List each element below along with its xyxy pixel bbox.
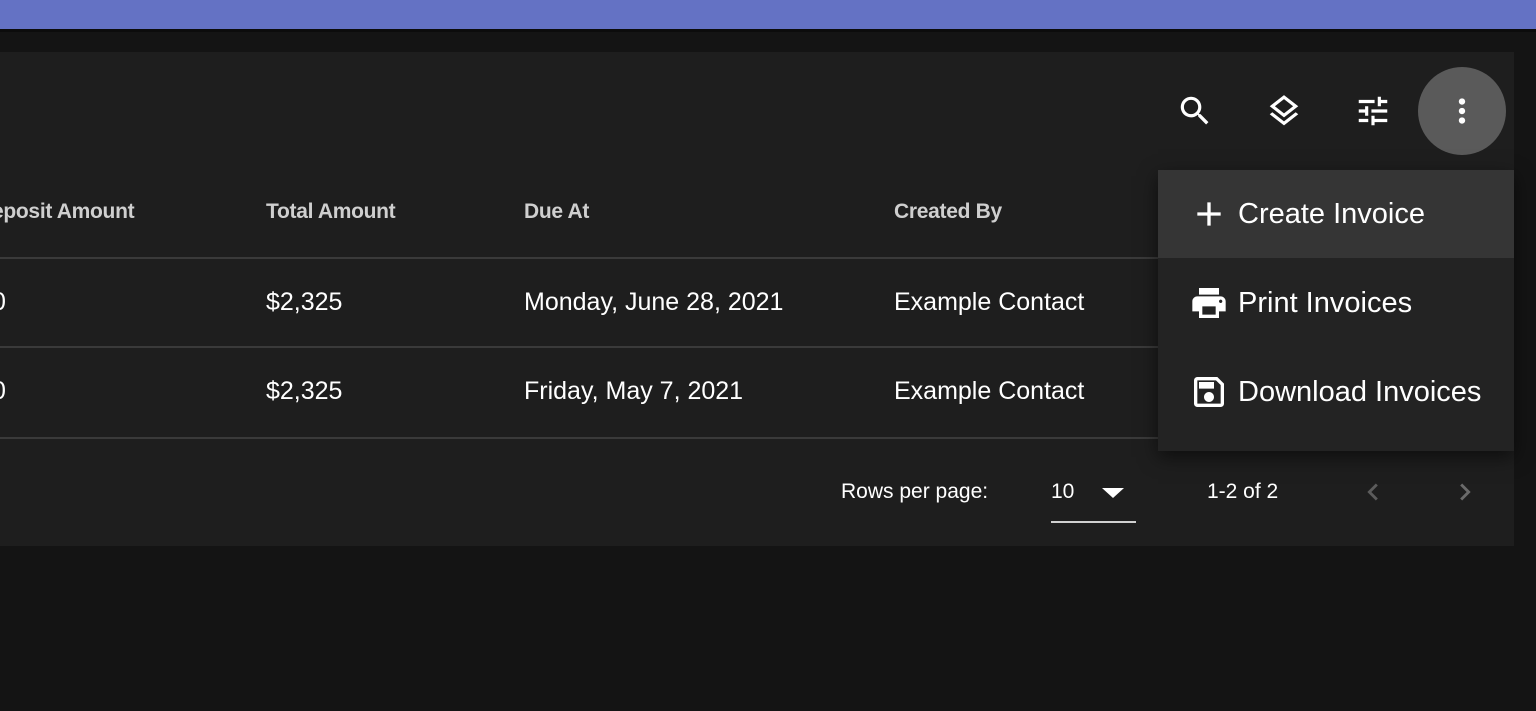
menu-item-print-invoices[interactable]: Print Invoices	[1158, 259, 1514, 347]
more-vert-icon	[1458, 98, 1466, 124]
more-options-button[interactable]	[1418, 67, 1506, 155]
layers-button[interactable]	[1240, 67, 1328, 155]
chevron-left-icon	[1367, 483, 1378, 501]
tune-icon	[1358, 96, 1388, 126]
menu-item-label: Print Invoices	[1238, 286, 1413, 319]
next-page-button[interactable]	[1445, 472, 1485, 512]
menu-item-download-invoices[interactable]: Download Invoices	[1158, 348, 1514, 436]
cell-deposit-amount: 0	[0, 288, 6, 317]
plus-icon	[1188, 193, 1230, 235]
previous-page-button[interactable]	[1353, 472, 1393, 512]
menu-item-create-invoice[interactable]: Create Invoice	[1158, 170, 1514, 258]
cell-due-at: Monday, June 28, 2021	[524, 288, 784, 316]
rows-per-page-value: 10	[1051, 480, 1075, 503]
cell-deposit-amount: 0	[0, 377, 6, 406]
cell-created-by: Example Contact	[894, 288, 1085, 316]
column-header-total-amount[interactable]: Total Amount	[266, 200, 396, 224]
menu-item-label: Download Invoices	[1238, 375, 1482, 408]
pagination-range: 1-2 of 2	[1207, 480, 1279, 503]
layers-icon	[1269, 95, 1299, 126]
cell-created-by: Example Contact	[894, 377, 1085, 405]
column-header-created-by[interactable]: Created By	[894, 200, 1002, 224]
cell-total-amount: $2,325	[266, 377, 343, 405]
top-bar-shadow	[0, 29, 1536, 32]
app-top-bar	[0, 0, 1536, 29]
column-header-due-at[interactable]: Due At	[524, 200, 589, 224]
cell-due-at: Friday, May 7, 2021	[524, 377, 744, 405]
dropdown-arrow-icon	[1102, 488, 1124, 498]
menu-item-label: Create Invoice	[1238, 197, 1425, 230]
cell-total-amount: $2,325	[266, 288, 343, 316]
chevron-right-icon	[1460, 483, 1471, 501]
search-button[interactable]	[1151, 67, 1239, 155]
floppy-disk-icon	[1188, 371, 1230, 413]
column-header-deposit-amount[interactable]: eposit Amount	[0, 200, 135, 224]
printer-icon	[1188, 282, 1230, 324]
select-underline	[1051, 521, 1136, 523]
filter-settings-button[interactable]	[1329, 67, 1417, 155]
rows-per-page-label: Rows per page:	[841, 480, 989, 503]
more-options-menu: Create Invoice Print Invoices Download I…	[1158, 170, 1514, 451]
search-icon	[1180, 96, 1209, 125]
